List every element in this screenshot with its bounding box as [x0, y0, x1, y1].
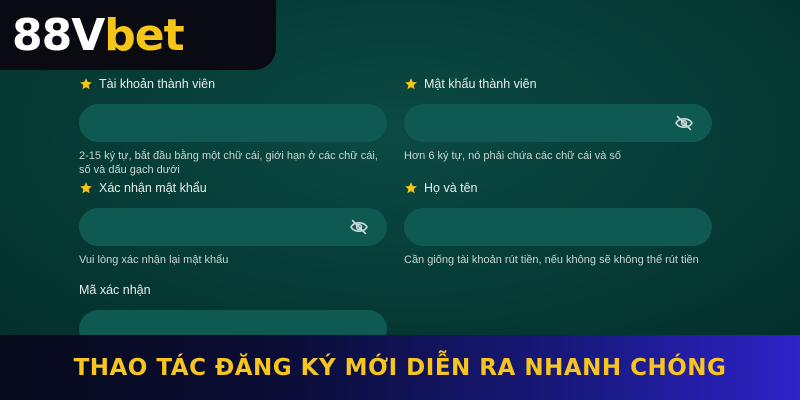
member-account-label: Tài khoản thành viên [99, 77, 216, 91]
member-password-label: Mật khẩu thành viên [424, 77, 537, 91]
full-name-hint: Cần giống tài khoản rút tiền, nếu không … [404, 254, 699, 266]
confirm-password-label: Xác nhận mật khẩu [99, 181, 207, 195]
brand-logo: 88V bet [0, 0, 276, 70]
star-icon [80, 182, 92, 194]
star-icon [405, 182, 417, 194]
caption-banner: THAO TÁC ĐĂNG KÝ MỚI DIỄN RA NHANH CHÓNG [0, 335, 800, 400]
confirm-password-input[interactable] [79, 208, 387, 246]
full-name-field: Họ và tên Cần giống tài khoản rút tiền, … [404, 180, 712, 267]
confirm-password-field: Xác nhận mật khẩu Vui lòng xác nhận lại … [79, 180, 387, 267]
banner-title: THAO TÁC ĐĂNG KÝ MỚI DIỄN RA NHANH CHÓNG [73, 354, 727, 381]
full-name-label-row: Họ và tên [404, 180, 712, 196]
member-password-hint: Hơn 6 ký tự, nó phải chứa các chữ cái và… [404, 150, 622, 162]
full-name-input[interactable] [404, 208, 712, 246]
star-icon [405, 78, 417, 90]
member-account-label-row: Tài khoản thành viên [79, 76, 387, 92]
full-name-label: Họ và tên [424, 181, 478, 195]
confirm-password-hint: Vui lòng xác nhận lại mật khẩu [79, 254, 229, 266]
member-account-field: Tài khoản thành viên 2-15 ký tự, bắt đầu… [79, 76, 387, 177]
member-account-hint: 2-15 ký tự, bắt đầu bằng một chữ cái, gi… [79, 150, 378, 176]
logo-text-bet: bet [104, 9, 184, 61]
eye-off-icon[interactable] [349, 219, 369, 235]
eye-off-icon[interactable] [674, 115, 694, 131]
verification-code-label: Mã xác nhận [79, 283, 151, 297]
member-password-field: Mật khẩu thành viên Hơn 6 ký tự, nó phải… [404, 76, 712, 163]
star-icon [80, 78, 92, 90]
confirm-password-label-row: Xác nhận mật khẩu [79, 180, 387, 196]
member-password-input[interactable] [404, 104, 712, 142]
logo-text-88v: 88V [12, 9, 105, 61]
member-account-input[interactable] [79, 104, 387, 142]
member-password-label-row: Mật khẩu thành viên [404, 76, 712, 92]
verification-code-label-row: Mã xác nhận [79, 282, 387, 298]
